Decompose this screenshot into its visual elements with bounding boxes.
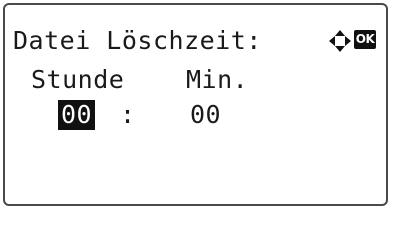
time-separator: :	[120, 100, 136, 129]
four-way-arrow-icon	[329, 30, 351, 52]
lcd-panel: Datei Löschzeit: OK Stunde Min. 00 : 00	[3, 3, 388, 206]
screen-title: Datei Löschzeit:	[13, 26, 262, 55]
minute-label: Min.	[186, 65, 249, 94]
minute-field[interactable]: 00	[190, 101, 221, 129]
hour-label: Stunde	[31, 65, 125, 94]
ok-icon: OK	[354, 30, 376, 49]
hour-field[interactable]: 00	[58, 100, 96, 130]
